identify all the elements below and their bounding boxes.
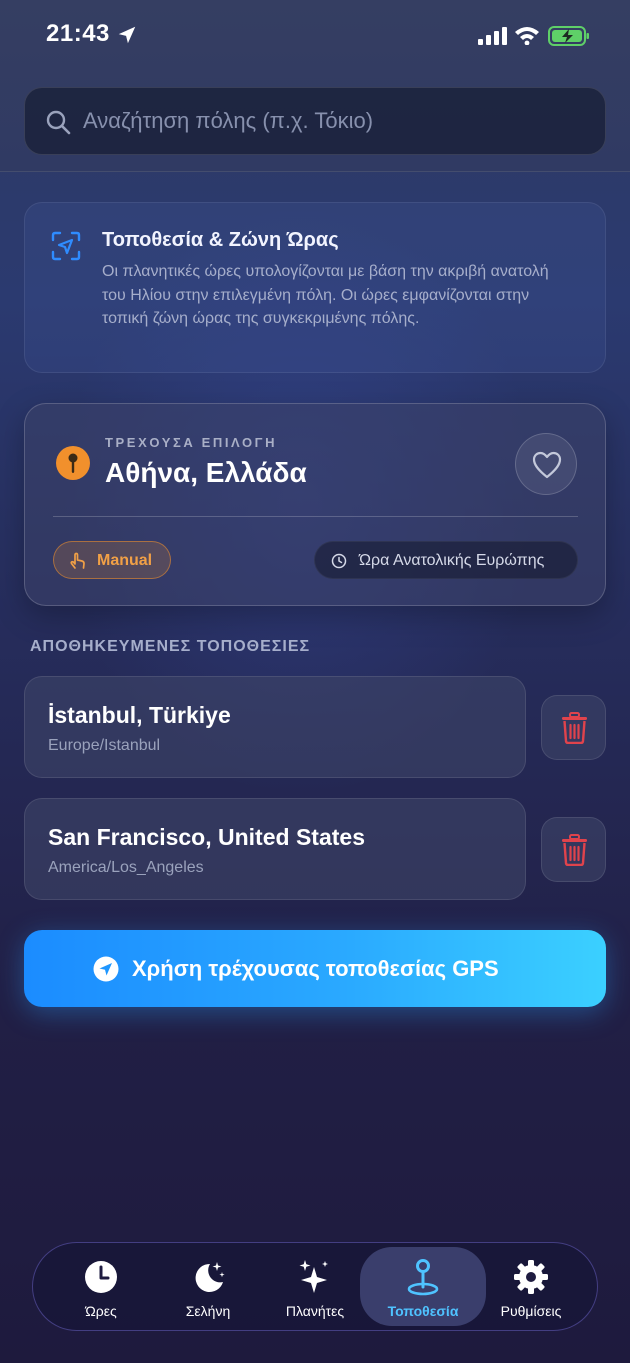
tab-label: Πλανήτες bbox=[285, 1303, 345, 1319]
search-icon bbox=[46, 110, 71, 135]
tab-label: Σελήνη bbox=[185, 1303, 231, 1319]
battery-charging-icon bbox=[548, 26, 589, 46]
tab-bar: Ώρες Σελήνη Πλανήτες Τοποθεσία Ρυθμίσεις bbox=[32, 1242, 598, 1331]
tab-settings[interactable]: Ρυθμίσεις bbox=[473, 1247, 589, 1326]
current-selection-label: ΤΡΕΧΟΥΣΑ ΕΠΙΛΟΓΗ bbox=[105, 435, 278, 450]
search-bar[interactable] bbox=[24, 87, 606, 155]
current-city-name: Αθήνα, Ελλάδα bbox=[105, 457, 307, 488]
map-pin-icon bbox=[56, 446, 90, 480]
heart-icon bbox=[532, 451, 562, 479]
saved-location-item[interactable]: San Francisco, United States America/Los… bbox=[24, 798, 526, 900]
clock-outline-icon bbox=[331, 553, 347, 569]
cellular-signal-icon bbox=[478, 27, 507, 45]
trash-icon bbox=[562, 712, 587, 744]
clock-icon bbox=[85, 1261, 117, 1293]
location-arrow-icon bbox=[118, 26, 136, 44]
use-gps-location-label: Χρήση τρέχουσας τοποθεσίας GPS bbox=[132, 956, 499, 981]
location-pin-icon bbox=[407, 1259, 439, 1296]
sparkles-icon bbox=[299, 1260, 328, 1293]
search-input[interactable] bbox=[83, 88, 593, 154]
saved-locations-heading: ΑΠΟΘΗΚΕΥΜΕΝΕΣ ΤΟΠΟΘΕΣΙΕΣ bbox=[30, 638, 311, 655]
tab-label: Ώρες bbox=[85, 1303, 117, 1319]
saved-location-item[interactable]: İstanbul, Türkiye Europe/Istanbul bbox=[24, 676, 526, 778]
saved-location-name: İstanbul, Türkiye bbox=[48, 702, 231, 728]
info-card: Τοποθεσία & Ζώνη Ώρας Οι πλανητικές ώρες… bbox=[24, 202, 606, 373]
card-divider bbox=[53, 516, 578, 517]
timezone-badge: Ώρα Ανατολικής Ευρώπης bbox=[314, 541, 578, 579]
wifi-icon bbox=[515, 27, 539, 45]
current-selection-card: ΤΡΕΧΟΥΣΑ ΕΠΙΛΟΓΗ Αθήνα, Ελλάδα Manual Ώρ… bbox=[24, 403, 606, 606]
trash-icon bbox=[562, 834, 587, 866]
gear-icon bbox=[514, 1260, 548, 1294]
tab-hours[interactable]: Ώρες bbox=[43, 1247, 159, 1326]
status-bar: 21:43 bbox=[0, 0, 630, 70]
tab-moon[interactable]: Σελήνη bbox=[150, 1247, 266, 1326]
saved-location-timezone: Europe/Istanbul bbox=[48, 737, 161, 754]
saved-location-name: San Francisco, United States bbox=[48, 824, 365, 850]
favorite-button[interactable] bbox=[515, 433, 577, 495]
manual-mode-badge: Manual bbox=[53, 541, 171, 579]
timezone-label: Ώρα Ανατολικής Ευρώπης bbox=[359, 552, 545, 569]
info-title: Τοποθεσία & Ζώνη Ώρας bbox=[102, 229, 339, 251]
saved-location-timezone: America/Los_Angeles bbox=[48, 859, 204, 876]
tab-location[interactable]: Τοποθεσία bbox=[360, 1247, 486, 1326]
hand-tap-icon bbox=[70, 552, 85, 569]
info-description: Οι πλανητικές ώρες υπολογίζονται με βάση… bbox=[102, 263, 549, 327]
delete-location-button[interactable] bbox=[541, 695, 606, 760]
manual-mode-label: Manual bbox=[97, 552, 153, 569]
moon-stars-icon bbox=[195, 1262, 225, 1292]
header: 21:43 bbox=[0, 0, 630, 172]
status-time: 21:43 bbox=[46, 20, 110, 47]
delete-location-button[interactable] bbox=[541, 817, 606, 882]
tab-label: Τοποθεσία bbox=[387, 1303, 459, 1319]
tab-planets[interactable]: Πλανήτες bbox=[257, 1247, 373, 1326]
location-scan-icon bbox=[51, 231, 81, 261]
navigation-arrow-icon bbox=[93, 956, 119, 982]
tab-label: Ρυθμίσεις bbox=[500, 1303, 562, 1319]
use-gps-location-button[interactable]: Χρήση τρέχουσας τοποθεσίας GPS bbox=[24, 930, 606, 1007]
